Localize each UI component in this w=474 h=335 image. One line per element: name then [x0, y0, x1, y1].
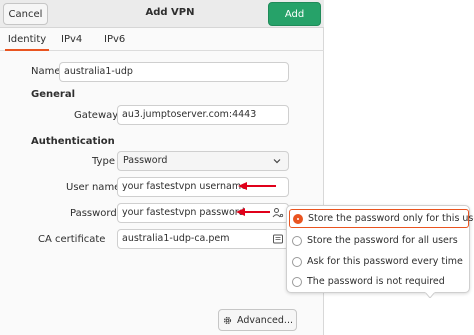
tab-ipv6[interactable]: IPv6 — [104, 29, 125, 51]
cancel-button[interactable]: Cancel — [3, 3, 48, 25]
gateway-field[interactable]: au3.jumptoserver.com:4443 — [117, 105, 289, 125]
add-button[interactable]: Add — [268, 2, 321, 26]
advanced-button-label: Advanced... — [237, 314, 293, 326]
type-dropdown-value: Password — [123, 155, 168, 166]
radio-icon — [292, 235, 302, 246]
ca-certificate-field[interactable]: australia1-udp-ca.pem — [117, 229, 289, 249]
type-label: Type — [92, 156, 115, 167]
gear-icon — [223, 316, 232, 324]
file-chooser-icon[interactable] — [272, 233, 284, 245]
tab-identity[interactable]: Identity — [5, 29, 49, 51]
chevron-down-icon — [273, 159, 281, 164]
radio-icon — [292, 276, 302, 287]
name-field[interactable]: australia1-udp — [59, 62, 289, 82]
option-store-all-users[interactable]: Store the password for all users — [289, 231, 469, 250]
ca-certificate-label: CA certificate — [38, 234, 106, 245]
advanced-button[interactable]: Advanced... — [218, 309, 297, 331]
option-label: Ask for this password every time — [307, 256, 463, 267]
radio-icon — [292, 256, 302, 267]
option-label: The password is not required — [307, 276, 445, 287]
name-label: Name — [31, 66, 61, 77]
tab-bar: Identity IPv4 IPv6 — [0, 29, 324, 51]
password-storage-popover: Store the password only for this user St… — [286, 205, 474, 293]
username-label: User name — [66, 182, 121, 193]
option-label: Store the password only for this user — [308, 213, 474, 224]
type-dropdown[interactable]: Password — [117, 151, 289, 171]
option-not-required[interactable]: The password is not required — [289, 272, 469, 291]
header-bar: Cancel Add VPN Add — [0, 0, 324, 28]
radio-selected-icon — [293, 213, 303, 224]
add-vpn-dialog: Cancel Add VPN Add Identity IPv4 IPv6 Na… — [0, 0, 324, 335]
password-label: Password — [70, 208, 117, 219]
annotation-arrow-username — [238, 182, 276, 190]
popover-pointer — [425, 292, 435, 298]
gateway-label: Gateway — [74, 110, 119, 121]
option-ask-every-time[interactable]: Ask for this password every time — [289, 252, 469, 271]
general-heading: General — [31, 89, 75, 100]
user-key-icon[interactable] — [272, 207, 284, 219]
ca-certificate-value: australia1-udp-ca.pem — [122, 233, 230, 244]
annotation-arrow-password — [236, 208, 270, 216]
dialog-title: Add VPN — [145, 7, 195, 18]
tab-ipv4[interactable]: IPv4 — [61, 29, 82, 51]
option-store-this-user[interactable]: Store the password only for this user — [289, 209, 474, 228]
option-label: Store the password for all users — [307, 235, 458, 246]
password-field-value: your fastestvpn password — [122, 207, 245, 218]
authentication-heading: Authentication — [31, 136, 115, 147]
